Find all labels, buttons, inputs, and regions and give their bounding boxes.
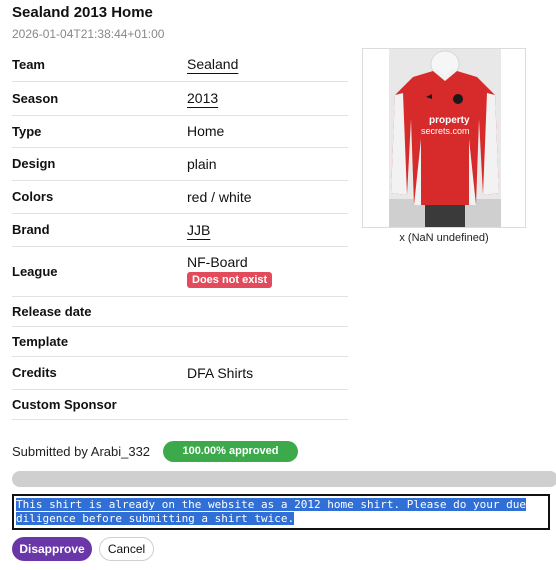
detail-row-season: Season 2013 [12, 81, 348, 116]
cancel-button[interactable]: Cancel [99, 537, 154, 561]
detail-row-team: Team Sealand [12, 48, 348, 82]
detail-label: Release date [12, 296, 187, 327]
detail-label: League [12, 246, 187, 297]
page-title: Sealand 2013 Home [12, 4, 153, 21]
detail-row-colors: Colors red / white [12, 180, 348, 214]
detail-label: Season [12, 81, 187, 116]
detail-label: Colors [12, 180, 187, 214]
detail-label: Template [12, 326, 187, 357]
approval-badge: 100.00% approved [163, 441, 298, 462]
detail-value [187, 389, 348, 420]
detail-row-custom-sponsor: Custom Sponsor [12, 389, 348, 420]
shirt-sponsor-line2: secrets.com [421, 126, 470, 136]
detail-label: Type [12, 115, 187, 148]
brand-link[interactable]: JJB [187, 222, 210, 238]
comment-textarea[interactable]: This shirt is already on the website as … [12, 494, 550, 530]
timestamp: 2026-01-04T21:38:44+01:00 [12, 27, 165, 41]
disapprove-button[interactable]: Disapprove [12, 537, 92, 561]
detail-row-release-date: Release date [12, 296, 348, 327]
detail-label: Brand [12, 213, 187, 247]
submitted-by: Submitted by Arabi_332 [12, 444, 151, 459]
detail-value [187, 296, 348, 327]
comment-line-2: diligence before submitting a shirt twic… [16, 512, 295, 525]
photo-caption: x (NaN undefined) [399, 232, 489, 244]
details-table: Team Sealand Season 2013 Type Home Desig… [12, 48, 348, 420]
team-link[interactable]: Sealand [187, 56, 238, 72]
league-value: NF-Board [187, 254, 248, 270]
detail-row-brand: Brand JJB [12, 213, 348, 247]
detail-row-type: Type Home [12, 115, 348, 148]
season-link[interactable]: 2013 [187, 90, 218, 106]
detail-row-template: Template [12, 326, 348, 357]
shirt-photo[interactable]: property secrets.com [362, 48, 526, 228]
shirt-sponsor-line1: property [429, 115, 470, 126]
detail-row-league: League NF-Board Does not exist [12, 246, 348, 297]
does-not-exist-badge: Does not exist [187, 272, 273, 288]
detail-label: Custom Sponsor [12, 389, 187, 420]
detail-label: Design [12, 147, 187, 181]
detail-value: Home [187, 115, 348, 148]
detail-value: red / white [187, 180, 348, 214]
detail-label: Credits [12, 356, 187, 390]
detail-value [187, 326, 348, 357]
detail-label: Team [12, 48, 187, 82]
detail-value: DFA Shirts [187, 356, 348, 390]
detail-value: plain [187, 147, 348, 181]
detail-row-credits: Credits DFA Shirts [12, 356, 348, 390]
detail-row-design: Design plain [12, 147, 348, 181]
approval-progress-bar [12, 471, 556, 487]
shirt-image: property secrets.com [389, 49, 501, 227]
comment-line-1: This shirt is already on the website as … [16, 498, 526, 511]
